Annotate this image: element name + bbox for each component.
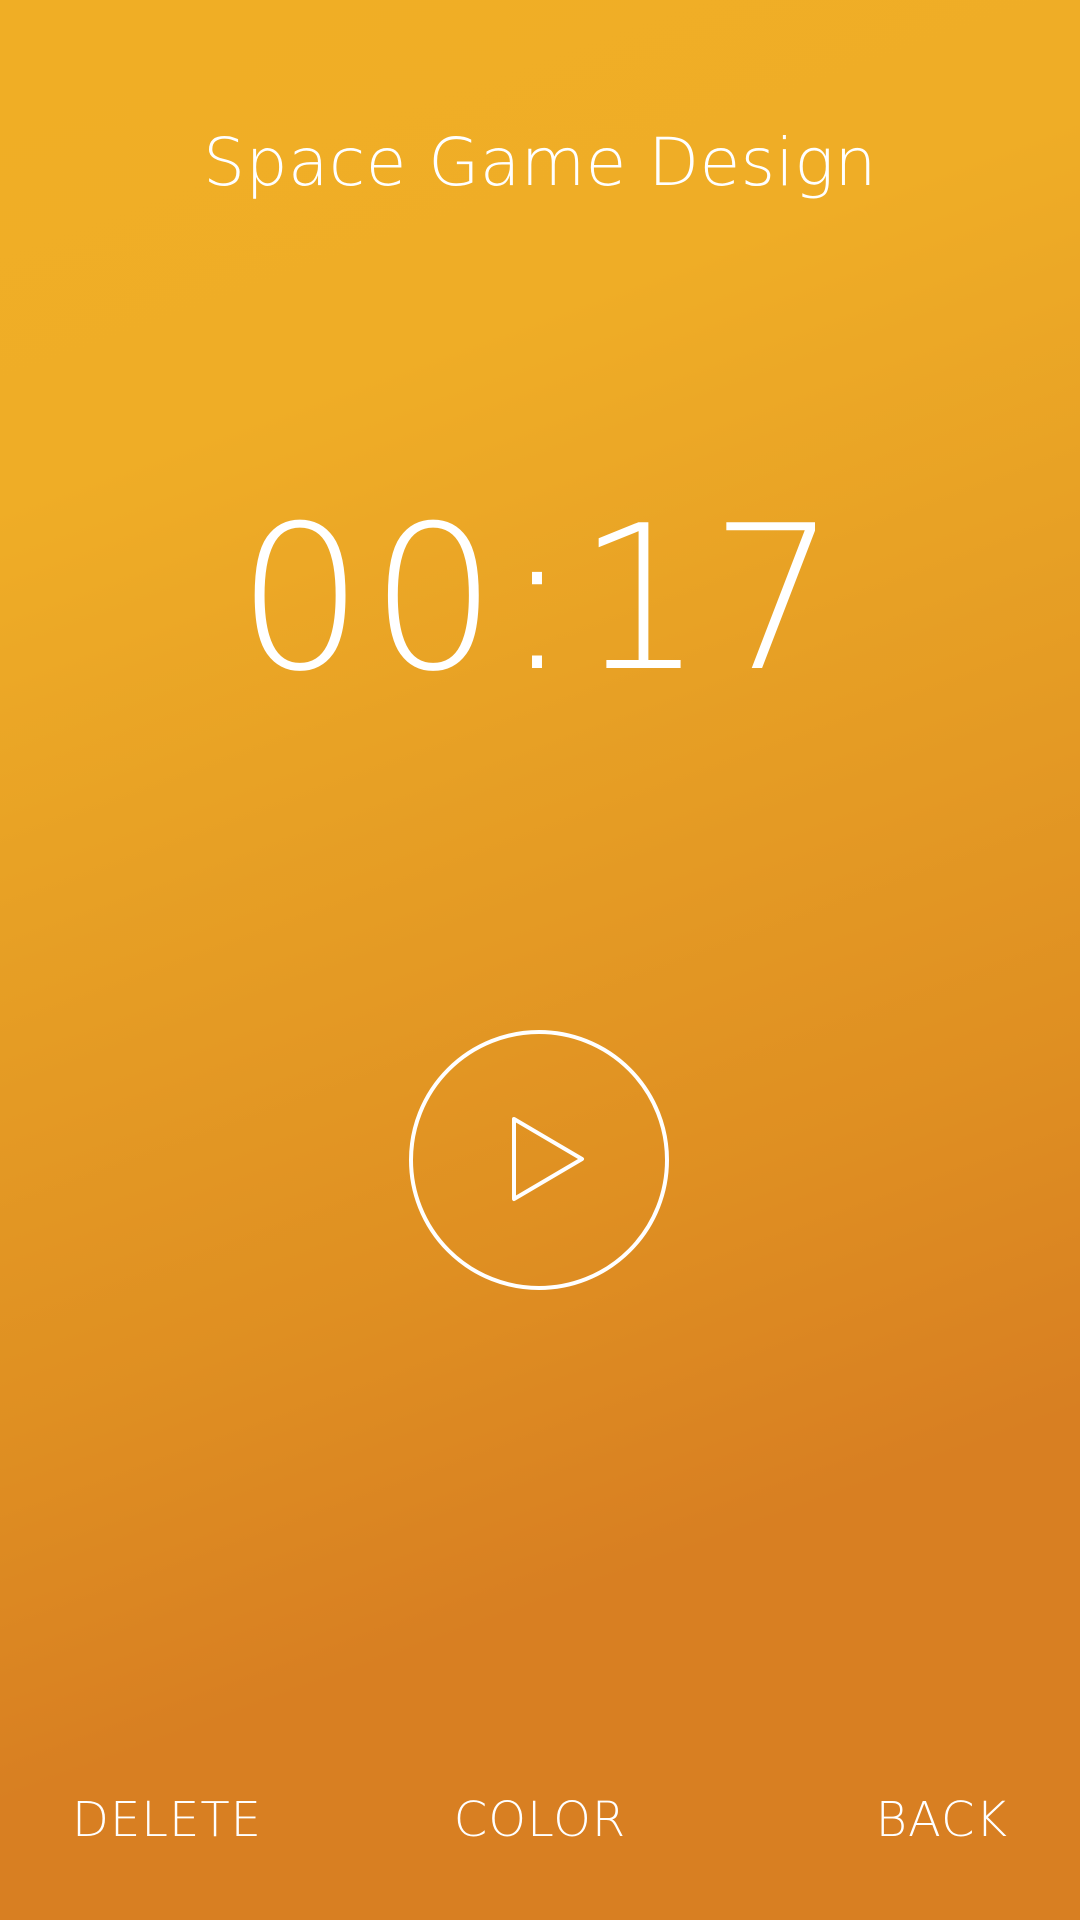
bottom-bar: DELETE COLOR BACK <box>0 1790 1080 1850</box>
page-title: Space Game Design <box>203 124 877 201</box>
play-icon <box>409 1030 669 1290</box>
timer-display: 00:17 <box>236 483 844 716</box>
play-button[interactable] <box>407 1028 671 1292</box>
back-button[interactable]: BACK <box>876 1790 1008 1850</box>
